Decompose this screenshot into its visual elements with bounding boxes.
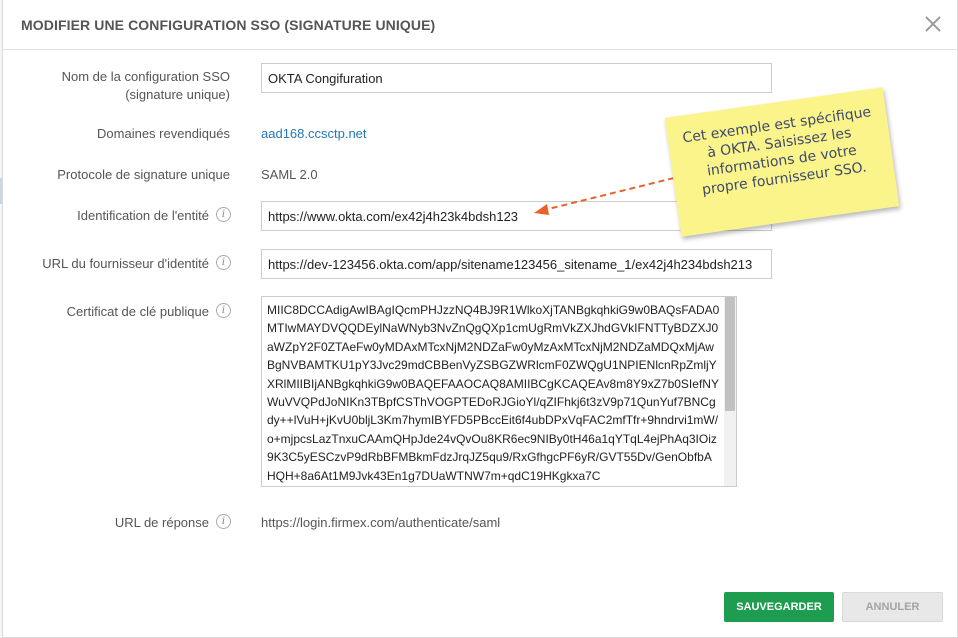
annotation-arrow [534,177,675,215]
